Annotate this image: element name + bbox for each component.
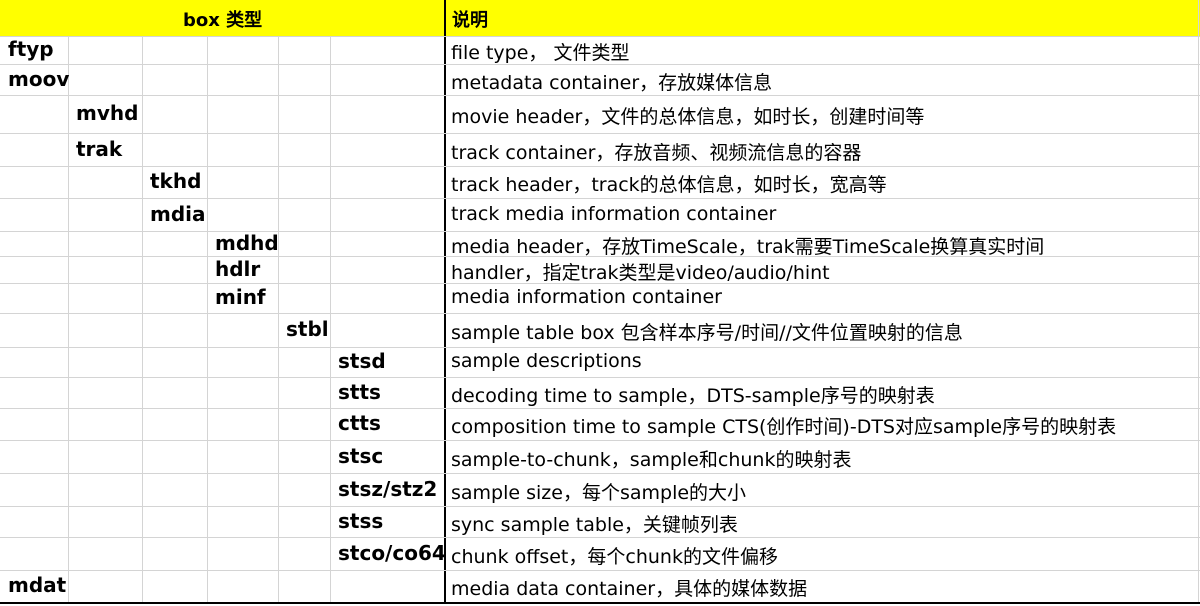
grid-hline: [0, 36, 1200, 37]
header-box-type-label: box 类型: [183, 10, 263, 31]
grid-hline: [0, 313, 1200, 314]
box-name-cell[interactable]: trak: [76, 137, 122, 161]
box-name-cell[interactable]: minf: [215, 285, 266, 309]
description-cell[interactable]: sync sample table，关键帧列表: [451, 510, 738, 537]
box-name-cell[interactable]: mvhd: [76, 101, 138, 125]
description-cell[interactable]: composition time to sample CTS(创作时间)-DTS…: [451, 412, 1116, 439]
box-name-cell[interactable]: stco/co64: [338, 541, 446, 565]
box-name-cell[interactable]: ftyp: [8, 37, 54, 61]
box-name-cell[interactable]: mdat: [8, 573, 66, 597]
grid-vline: [1198, 0, 1199, 602]
grid-hline: [0, 377, 1200, 378]
grid-hline: [0, 537, 1200, 538]
description-cell[interactable]: sample table box 包含样本序号/时间//文件位置映射的信息: [451, 318, 963, 345]
grid-hline: [0, 166, 1200, 167]
header-cell-description[interactable]: 说明: [446, 0, 1200, 36]
grid-vline: [278, 36, 279, 602]
grid-hline: [0, 570, 1200, 571]
grid-hline: [0, 602, 1200, 604]
grid-hline: [0, 133, 1200, 134]
header-cell-box-type[interactable]: box 类型: [0, 0, 445, 36]
header-row: box 类型 说明: [0, 0, 1200, 36]
grid-vline: [68, 36, 69, 602]
description-cell[interactable]: chunk offset，每个chunk的文件偏移: [451, 542, 778, 569]
description-cell[interactable]: media data container，具体的媒体数据: [451, 574, 807, 601]
description-cell[interactable]: file type， 文件类型: [451, 38, 629, 65]
box-name-cell[interactable]: mdhd: [215, 231, 279, 255]
description-cell[interactable]: media header，存放TimeScale，trak需要TimeScale…: [451, 232, 1044, 259]
description-cell[interactable]: track media information container: [451, 203, 776, 225]
description-cell[interactable]: sample size，每个sample的大小: [451, 478, 746, 505]
description-cell[interactable]: track header，track的总体信息，如时长，宽高等: [451, 170, 887, 197]
box-name-cell[interactable]: stss: [338, 509, 383, 533]
grid-vline: [142, 36, 143, 602]
box-name-cell[interactable]: tkhd: [150, 169, 201, 193]
description-cell[interactable]: metadata container，存放媒体信息: [451, 68, 772, 95]
description-cell[interactable]: decoding time to sample，DTS-sample序号的映射表: [451, 381, 935, 408]
box-name-cell[interactable]: stsd: [338, 349, 386, 373]
grid-hline: [0, 347, 1200, 348]
grid-vline: [207, 36, 208, 602]
description-cell[interactable]: movie header，文件的总体信息，如时长，创建时间等: [451, 102, 924, 129]
description-cell[interactable]: track container，存放音频、视频流信息的容器: [451, 138, 861, 165]
box-name-cell[interactable]: stts: [338, 380, 381, 404]
box-name-cell[interactable]: stsc: [338, 444, 383, 468]
header-description-label: 说明: [452, 10, 488, 31]
box-name-cell[interactable]: stbl: [286, 317, 329, 341]
grid-hline: [0, 440, 1200, 441]
description-cell[interactable]: media information container: [451, 286, 722, 308]
grid-hline: [0, 506, 1200, 507]
box-name-cell[interactable]: stsz/stz2: [338, 477, 437, 501]
description-cell[interactable]: handler，指定trak类型是video/audio/hint: [451, 258, 830, 285]
box-name-cell[interactable]: ctts: [338, 411, 381, 435]
description-cell[interactable]: sample descriptions: [451, 350, 642, 372]
grid-hline: [0, 473, 1200, 474]
box-name-cell[interactable]: mdia: [150, 202, 206, 226]
grid-vline: [330, 36, 331, 602]
column-divider: [444, 0, 446, 602]
grid-hline: [0, 408, 1200, 409]
grid-hline: [0, 95, 1200, 96]
description-cell[interactable]: sample-to-chunk，sample和chunk的映射表: [451, 445, 851, 472]
grid-hline: [0, 198, 1200, 199]
box-name-cell[interactable]: hdlr: [215, 257, 260, 281]
box-name-cell[interactable]: moov: [8, 67, 69, 91]
box-type-table: box 类型 说明 ftyp file type， 文件类型 moov metadat…: [0, 0, 1200, 606]
